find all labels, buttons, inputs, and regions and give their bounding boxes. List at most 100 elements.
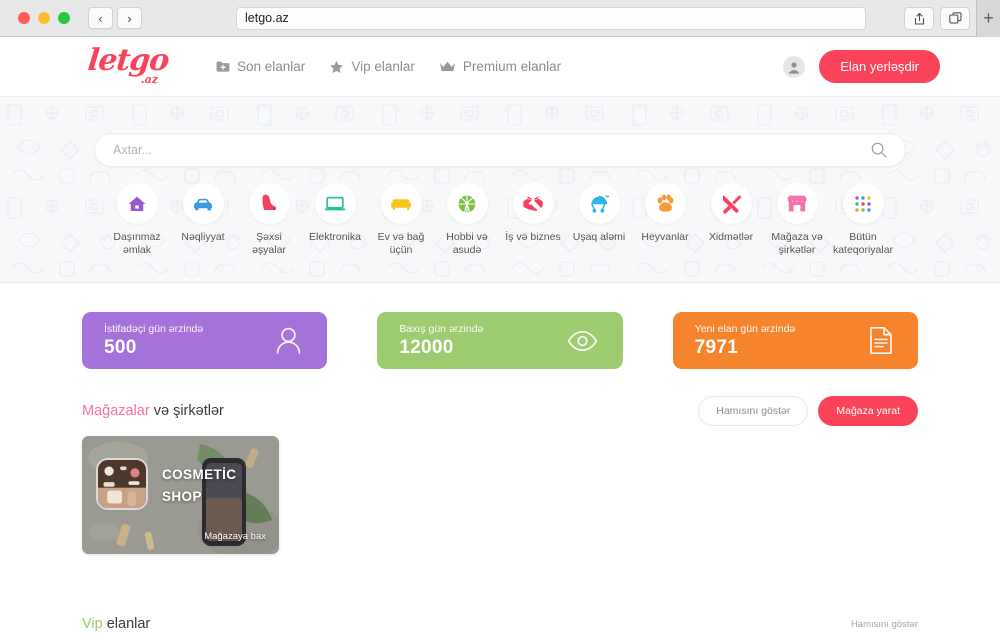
- nav-item-vip-elanlar[interactable]: Vip elanlar: [329, 59, 415, 74]
- create-store-button[interactable]: Mağaza yarat: [818, 396, 918, 426]
- handshake-icon: [523, 196, 543, 211]
- category-label: Heyvanlar: [641, 231, 689, 243]
- category-label: Xidmətlər: [708, 231, 754, 243]
- back-button[interactable]: ‹: [88, 7, 113, 29]
- grid-dots-icon: [855, 195, 871, 212]
- category-label: Mağaza və şirkətlər: [771, 231, 823, 256]
- post-ad-button[interactable]: Elan yerləşdir: [819, 50, 940, 83]
- category-label: Uşaq aləmi: [572, 231, 626, 243]
- category-item-xidmetler[interactable]: Xidmətlər: [698, 183, 764, 257]
- logo-text: letgo: [86, 42, 171, 78]
- tab-overview-button[interactable]: [940, 7, 970, 30]
- stat-text-group: İstifadəçi gün ərzində 500: [104, 323, 203, 359]
- category-icon-wrap: [644, 183, 686, 224]
- vip-section-header: Vip elanlar Hamısını göstər: [0, 612, 1000, 636]
- category-item-dasinmaz-emlak[interactable]: Daşınmaz əmlak: [104, 183, 170, 257]
- stores-section-actions: Hamısını göstər Mağaza yarat: [698, 396, 918, 426]
- house-icon: [128, 196, 146, 211]
- stat-value: 500: [104, 336, 137, 358]
- store-name: COSMETİC SHOP: [162, 464, 236, 508]
- category-icon-wrap: [578, 183, 620, 224]
- category-label: Elektronika: [309, 231, 361, 243]
- category-label: Hobbi və asudə: [446, 231, 488, 256]
- store-name-line2: SHOP: [162, 489, 202, 504]
- hero-section: Daşınmaz əmlak Nəqliyyat Şəxsi əşyal: [0, 97, 1000, 283]
- folder-plus-icon: [216, 60, 230, 73]
- plus-icon: +: [983, 8, 994, 28]
- car-icon: [194, 198, 212, 210]
- category-icon-wrap: [512, 183, 554, 224]
- stat-card-users: İstifadəçi gün ərzində 500: [82, 312, 328, 369]
- stat-label: Yeni elan gün ərzində: [694, 322, 796, 335]
- tools-icon: [722, 195, 741, 214]
- crown-icon: [439, 60, 456, 73]
- nav-label: Son elanlar: [237, 59, 306, 74]
- header-right-controls: Elan yerləşdir: [783, 50, 940, 83]
- browser-nav-buttons: ‹ ›: [88, 7, 142, 29]
- site-logo[interactable]: letgo .az: [86, 42, 171, 88]
- maximize-window-button[interactable]: [58, 12, 70, 24]
- category-icon-wrap: [776, 183, 818, 224]
- stores-title-rest: və şirkətlər: [149, 403, 224, 419]
- stores-show-all-button[interactable]: Hamısını göstər: [698, 396, 809, 426]
- user-avatar-button[interactable]: [783, 55, 806, 78]
- store-avatar: [96, 458, 148, 510]
- store-view-link[interactable]: Mağazaya bax: [204, 531, 266, 542]
- category-label: Şəxsi əşyalar: [252, 231, 286, 256]
- stores-list: COSMETİC SHOP Mağazaya bax: [0, 423, 1000, 554]
- search-icon[interactable]: [871, 142, 887, 158]
- chevron-left-icon: ‹: [98, 10, 103, 26]
- address-bar[interactable]: letgo.az: [236, 6, 866, 30]
- document-outline-icon: [869, 326, 893, 355]
- category-icon-wrap: [314, 183, 356, 224]
- share-icon: [914, 12, 924, 25]
- stat-value: 12000: [399, 336, 454, 358]
- category-item-usaq-alemi[interactable]: Uşaq aləmi: [566, 183, 632, 257]
- category-item-neqliyyat[interactable]: Nəqliyyat: [170, 183, 236, 257]
- logo-suffix: .az: [140, 72, 158, 86]
- forward-button[interactable]: ›: [117, 7, 142, 29]
- close-window-button[interactable]: [18, 12, 30, 24]
- share-button[interactable]: [904, 7, 934, 30]
- stores-section-header: Mağazalar və şirkətlər Hamısını göstər M…: [0, 396, 1000, 426]
- category-item-elektronika[interactable]: Elektronika: [302, 183, 368, 257]
- category-item-hobbi-ve-asude[interactable]: Hobbi və asudə: [434, 183, 500, 257]
- stat-label: İstifadəçi gün ərzində: [104, 322, 204, 335]
- category-icon-wrap: [446, 183, 488, 224]
- minimize-window-button[interactable]: [38, 12, 50, 24]
- store-name-line1: COSMETİC: [162, 467, 237, 482]
- store-card-cosmetic-shop[interactable]: COSMETİC SHOP Mağazaya bax: [82, 436, 279, 554]
- category-item-is-ve-biznes[interactable]: İş və biznes: [500, 183, 566, 257]
- category-icon-wrap: [710, 183, 752, 224]
- star-icon: [329, 60, 344, 74]
- stores-title-accent: Mağazalar: [82, 403, 150, 419]
- nav-label: Vip elanlar: [351, 59, 415, 74]
- vip-show-all-link[interactable]: Hamısını göstər: [851, 619, 918, 630]
- category-list: Daşınmaz əmlak Nəqliyyat Şəxsi əşyalar E…: [0, 183, 1000, 257]
- stat-label: Baxış gün ərzində: [399, 322, 484, 335]
- vip-title-accent: Vip: [82, 616, 103, 632]
- nav-item-premium-elanlar[interactable]: Premium elanlar: [439, 59, 561, 74]
- category-item-magaza-ve-sirketler[interactable]: Mağaza və şirkətlər: [764, 183, 830, 257]
- stat-text-group: Baxış gün ərzində 12000: [399, 323, 483, 359]
- store-icon: [787, 195, 807, 212]
- category-item-ev-ve-bag[interactable]: Ev və bağ üçün: [368, 183, 434, 257]
- category-item-heyvanlar[interactable]: Heyvanlar: [632, 183, 698, 257]
- stat-card-new-ads: Yeni elan gün ərzində 7971: [672, 312, 918, 369]
- vip-section-actions: Hamısını göstər: [851, 619, 918, 630]
- category-item-butun-kateqoriyalar[interactable]: Bütün kateqoriyalar: [830, 183, 896, 257]
- url-text: letgo.az: [245, 11, 289, 25]
- site-header: letgo .az Son elanlar Vip elanlar Premiu…: [0, 37, 1000, 97]
- category-icon-wrap: [248, 183, 290, 224]
- stat-value: 7971: [694, 336, 739, 358]
- nav-label: Premium elanlar: [462, 59, 562, 74]
- search-input[interactable]: [113, 143, 871, 157]
- category-label: Nəqliyyat: [181, 231, 225, 243]
- category-item-sexsi-esyalar[interactable]: Şəxsi əşyalar: [236, 183, 302, 257]
- new-tab-button[interactable]: +: [976, 0, 1000, 37]
- search-box[interactable]: [94, 133, 906, 167]
- nav-item-son-elanlar[interactable]: Son elanlar: [216, 59, 305, 74]
- eye-outline-icon: [567, 330, 598, 352]
- sofa-icon: [391, 198, 411, 210]
- vip-section-title: Vip elanlar: [82, 616, 150, 632]
